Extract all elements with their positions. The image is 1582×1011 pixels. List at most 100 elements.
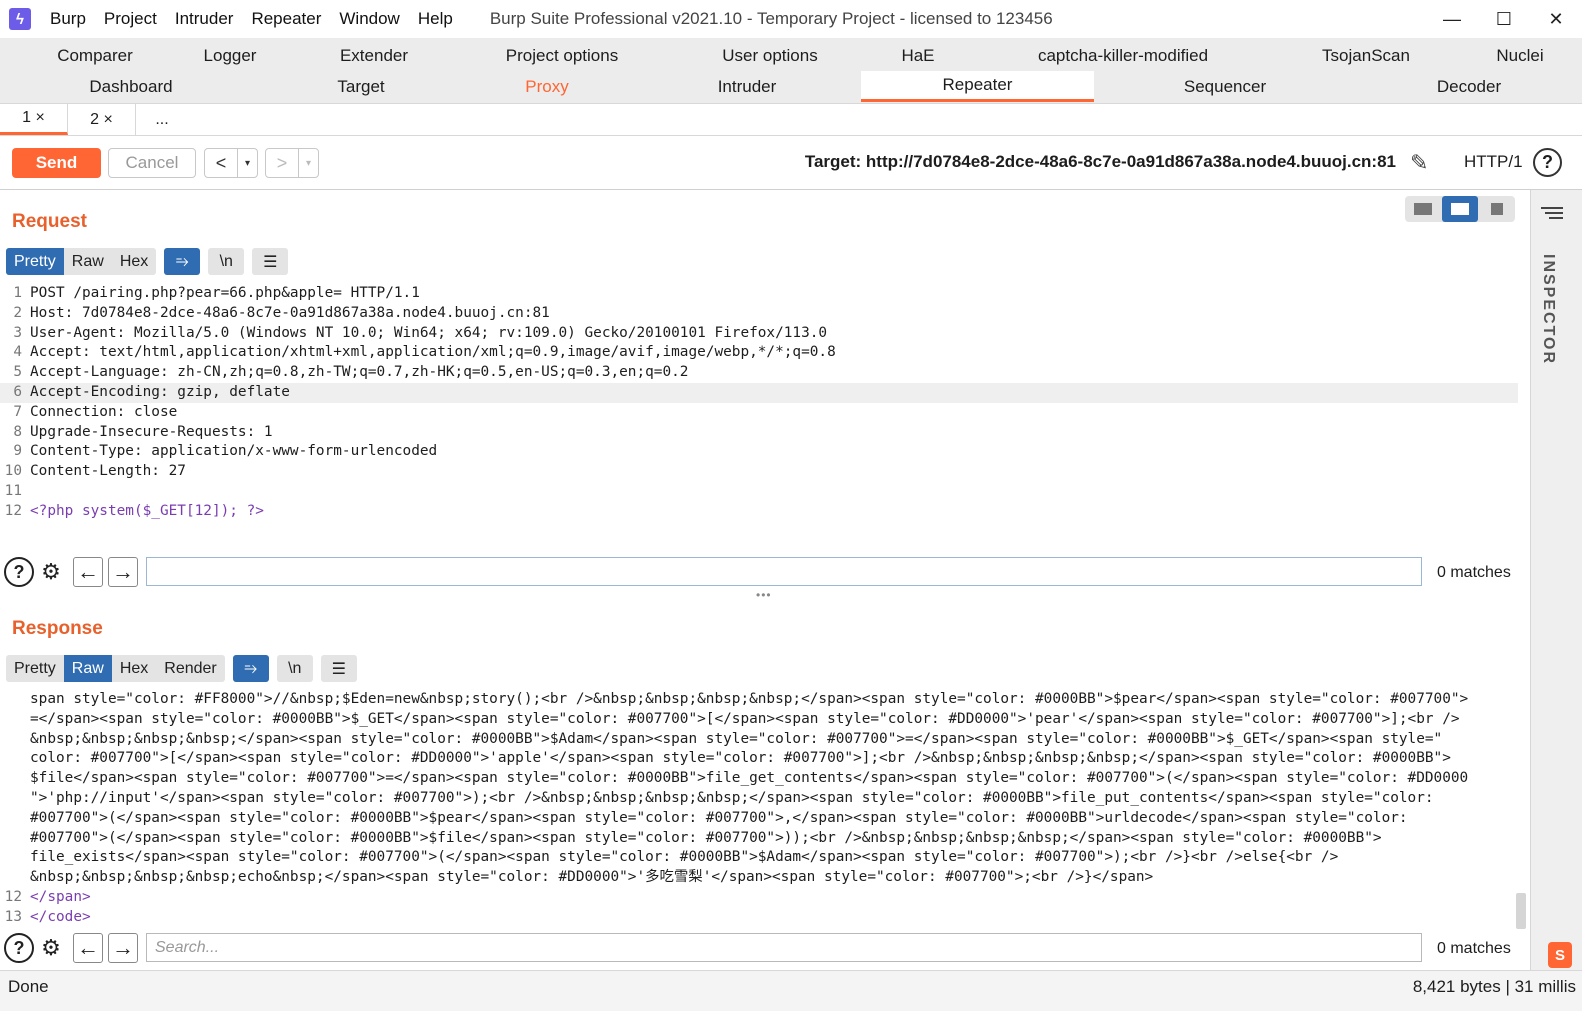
line-number: 8 [13, 423, 22, 440]
request-menu-icon[interactable]: ☰ [252, 248, 289, 275]
tab-repeater[interactable]: Repeater [861, 71, 1094, 102]
line-number: 13 [4, 908, 22, 925]
tab-decoder[interactable]: Decoder [1356, 71, 1582, 102]
request-line: 11 [0, 482, 1518, 502]
tab-proxy[interactable]: Proxy [460, 71, 634, 102]
inspector-label[interactable]: INSPECTOR [1539, 254, 1557, 365]
line-content: $file</span><span style="color: #007700"… [30, 770, 1469, 787]
response-line: #007700">(</span><span style="color: #00… [0, 829, 1518, 849]
edit-target-pencil-icon[interactable]: ✎ [1410, 150, 1428, 176]
line-content: &nbsp;&nbsp;&nbsp;&nbsp;</span><span sty… [30, 730, 1443, 747]
menu-help[interactable]: Help [409, 9, 462, 29]
tab-dashboard[interactable]: Dashboard [0, 71, 262, 102]
tab-project-options[interactable]: Project options [470, 40, 654, 71]
request-search-settings-gear-icon[interactable]: ⚙ [36, 557, 66, 587]
response-menu-icon[interactable]: ☰ [320, 655, 357, 682]
response-scrollbar[interactable] [1516, 893, 1526, 929]
response-line: &nbsp;&nbsp;&nbsp;&nbsp;</span><span sty… [0, 730, 1518, 750]
line-number: 2 [13, 304, 22, 321]
help-icon[interactable]: ? [1533, 148, 1562, 177]
menu-repeater[interactable]: Repeater [242, 9, 330, 29]
tab-nuclei[interactable]: Nuclei [1470, 40, 1570, 71]
minimize-button[interactable]: — [1426, 0, 1478, 38]
menu-window[interactable]: Window [330, 9, 408, 29]
status-text: Done [8, 977, 49, 996]
response-tab-render[interactable]: Render [156, 655, 224, 682]
tab-sequencer[interactable]: Sequencer [1094, 71, 1356, 102]
request-line: 4 Accept: text/html,application/xhtml+xml… [0, 343, 1518, 363]
response-editor[interactable]: span style="color: #FF8000">//&nbsp;$Ede… [0, 690, 1518, 928]
menu-intruder[interactable]: Intruder [166, 9, 243, 29]
line-content: </span> [30, 888, 91, 905]
line-number: 3 [13, 324, 22, 341]
response-line: #007700">(</span><span style="color: #00… [0, 809, 1518, 829]
response-wrap-icon[interactable]: ⥱ [232, 655, 269, 682]
request-search-help-icon[interactable]: ? [4, 557, 34, 587]
response-search-prev-arrow-icon[interactable]: ← [73, 933, 103, 963]
layout-side-by-side-icon[interactable] [1405, 196, 1442, 222]
tab-extender[interactable]: Extender [290, 40, 458, 71]
tab-tsojanscan[interactable]: TsojanScan [1296, 40, 1436, 71]
request-line: 7 Connection: close [0, 403, 1518, 423]
line-number: 1 [13, 285, 22, 301]
line-content: User-Agent: Mozilla/5.0 (Windows NT 10.0… [30, 324, 828, 341]
tab-intruder[interactable]: Intruder [634, 71, 860, 102]
panel-splitter-handle[interactable]: ••• [756, 588, 772, 602]
request-tab-pretty[interactable]: Pretty [6, 248, 64, 275]
subtab-2[interactable]: 2 × [68, 104, 136, 135]
response-search-settings-gear-icon[interactable]: ⚙ [36, 933, 66, 963]
request-search-next-arrow-icon[interactable]: → [108, 557, 138, 587]
line-content: </code> [30, 908, 91, 925]
request-editor[interactable]: 1 POST /pairing.php?pear=66.php&apple= HT… [0, 284, 1518, 522]
response-search-help-icon[interactable]: ? [4, 933, 34, 963]
line-number: 10 [4, 463, 22, 480]
response-newline-icon[interactable]: \n [276, 655, 313, 682]
window-controls: — ☐ ✕ [1426, 0, 1582, 38]
layout-single-icon[interactable] [1478, 196, 1515, 222]
cancel-button[interactable]: Cancel [108, 148, 196, 178]
layout-stacked-icon[interactable] [1441, 196, 1479, 222]
request-line: 3 User-Agent: Mozilla/5.0 (Windows NT 10.… [0, 324, 1518, 344]
forward-arrow-icon[interactable]: > [266, 149, 298, 177]
menu-burp[interactable]: Burp [41, 9, 95, 29]
response-line: $file</span><span style="color: #007700"… [0, 769, 1518, 789]
request-tab-hex[interactable]: Hex [112, 248, 156, 275]
ime-logo-icon: S [1548, 942, 1572, 968]
response-line: span style="color: #FF8000">//&nbsp;$Ede… [0, 690, 1518, 710]
request-matches-count: 0 matches [1437, 564, 1511, 581]
request-search-prev-arrow-icon[interactable]: ← [73, 557, 103, 587]
request-line: 1 POST /pairing.php?pear=66.php&apple= HT… [0, 284, 1518, 304]
response-format-tabs: Pretty Raw Hex Render [6, 655, 225, 682]
inspector-filter-icon[interactable] [1541, 204, 1563, 222]
back-dropdown-icon[interactable]: ▾ [237, 149, 257, 177]
line-content: #007700">(</span><span style="color: #00… [30, 809, 1408, 826]
request-newline-icon[interactable]: \n [208, 248, 245, 275]
main-tabs: Comparer Logger Extender Project options… [0, 38, 1582, 104]
response-tab-hex[interactable]: Hex [112, 655, 156, 682]
maximize-button[interactable]: ☐ [1478, 0, 1530, 38]
response-tab-raw[interactable]: Raw [63, 655, 112, 682]
title-bar: ϟ Burp Project Intruder Repeater Window … [0, 0, 1582, 38]
tab-target[interactable]: Target [262, 71, 460, 102]
request-tab-raw[interactable]: Raw [64, 248, 112, 275]
request-search-input[interactable] [146, 557, 1422, 586]
send-button[interactable]: Send [12, 148, 101, 178]
response-search-input[interactable]: Search... [146, 933, 1422, 962]
response-title: Response [12, 618, 103, 639]
tab-user-options[interactable]: User options [690, 40, 850, 71]
forward-dropdown-icon[interactable]: ▾ [298, 149, 318, 177]
request-line: 5 Accept-Language: zh-CN,zh;q=0.8,zh-TW;q… [0, 363, 1518, 383]
menu-project[interactable]: Project [95, 9, 166, 29]
line-content: Accept: text/html,application/xhtml+xml,… [30, 344, 836, 361]
response-line: color: #007700">[</span><span style="col… [0, 749, 1518, 769]
back-arrow-icon[interactable]: < [205, 149, 237, 177]
subtab-more[interactable]: ... [136, 104, 188, 135]
http-version-toggle[interactable]: HTTP/1 [1464, 152, 1523, 172]
request-wrap-icon[interactable]: ⥱ [164, 248, 201, 275]
tab-captcha-killer[interactable]: captcha-killer-modified [1010, 40, 1236, 71]
tab-hae[interactable]: HaE [870, 40, 966, 71]
response-search-next-arrow-icon[interactable]: → [108, 933, 138, 963]
response-tab-pretty[interactable]: Pretty [6, 655, 64, 682]
close-button[interactable]: ✕ [1530, 0, 1582, 38]
subtab-1[interactable]: 1 × [0, 104, 68, 135]
